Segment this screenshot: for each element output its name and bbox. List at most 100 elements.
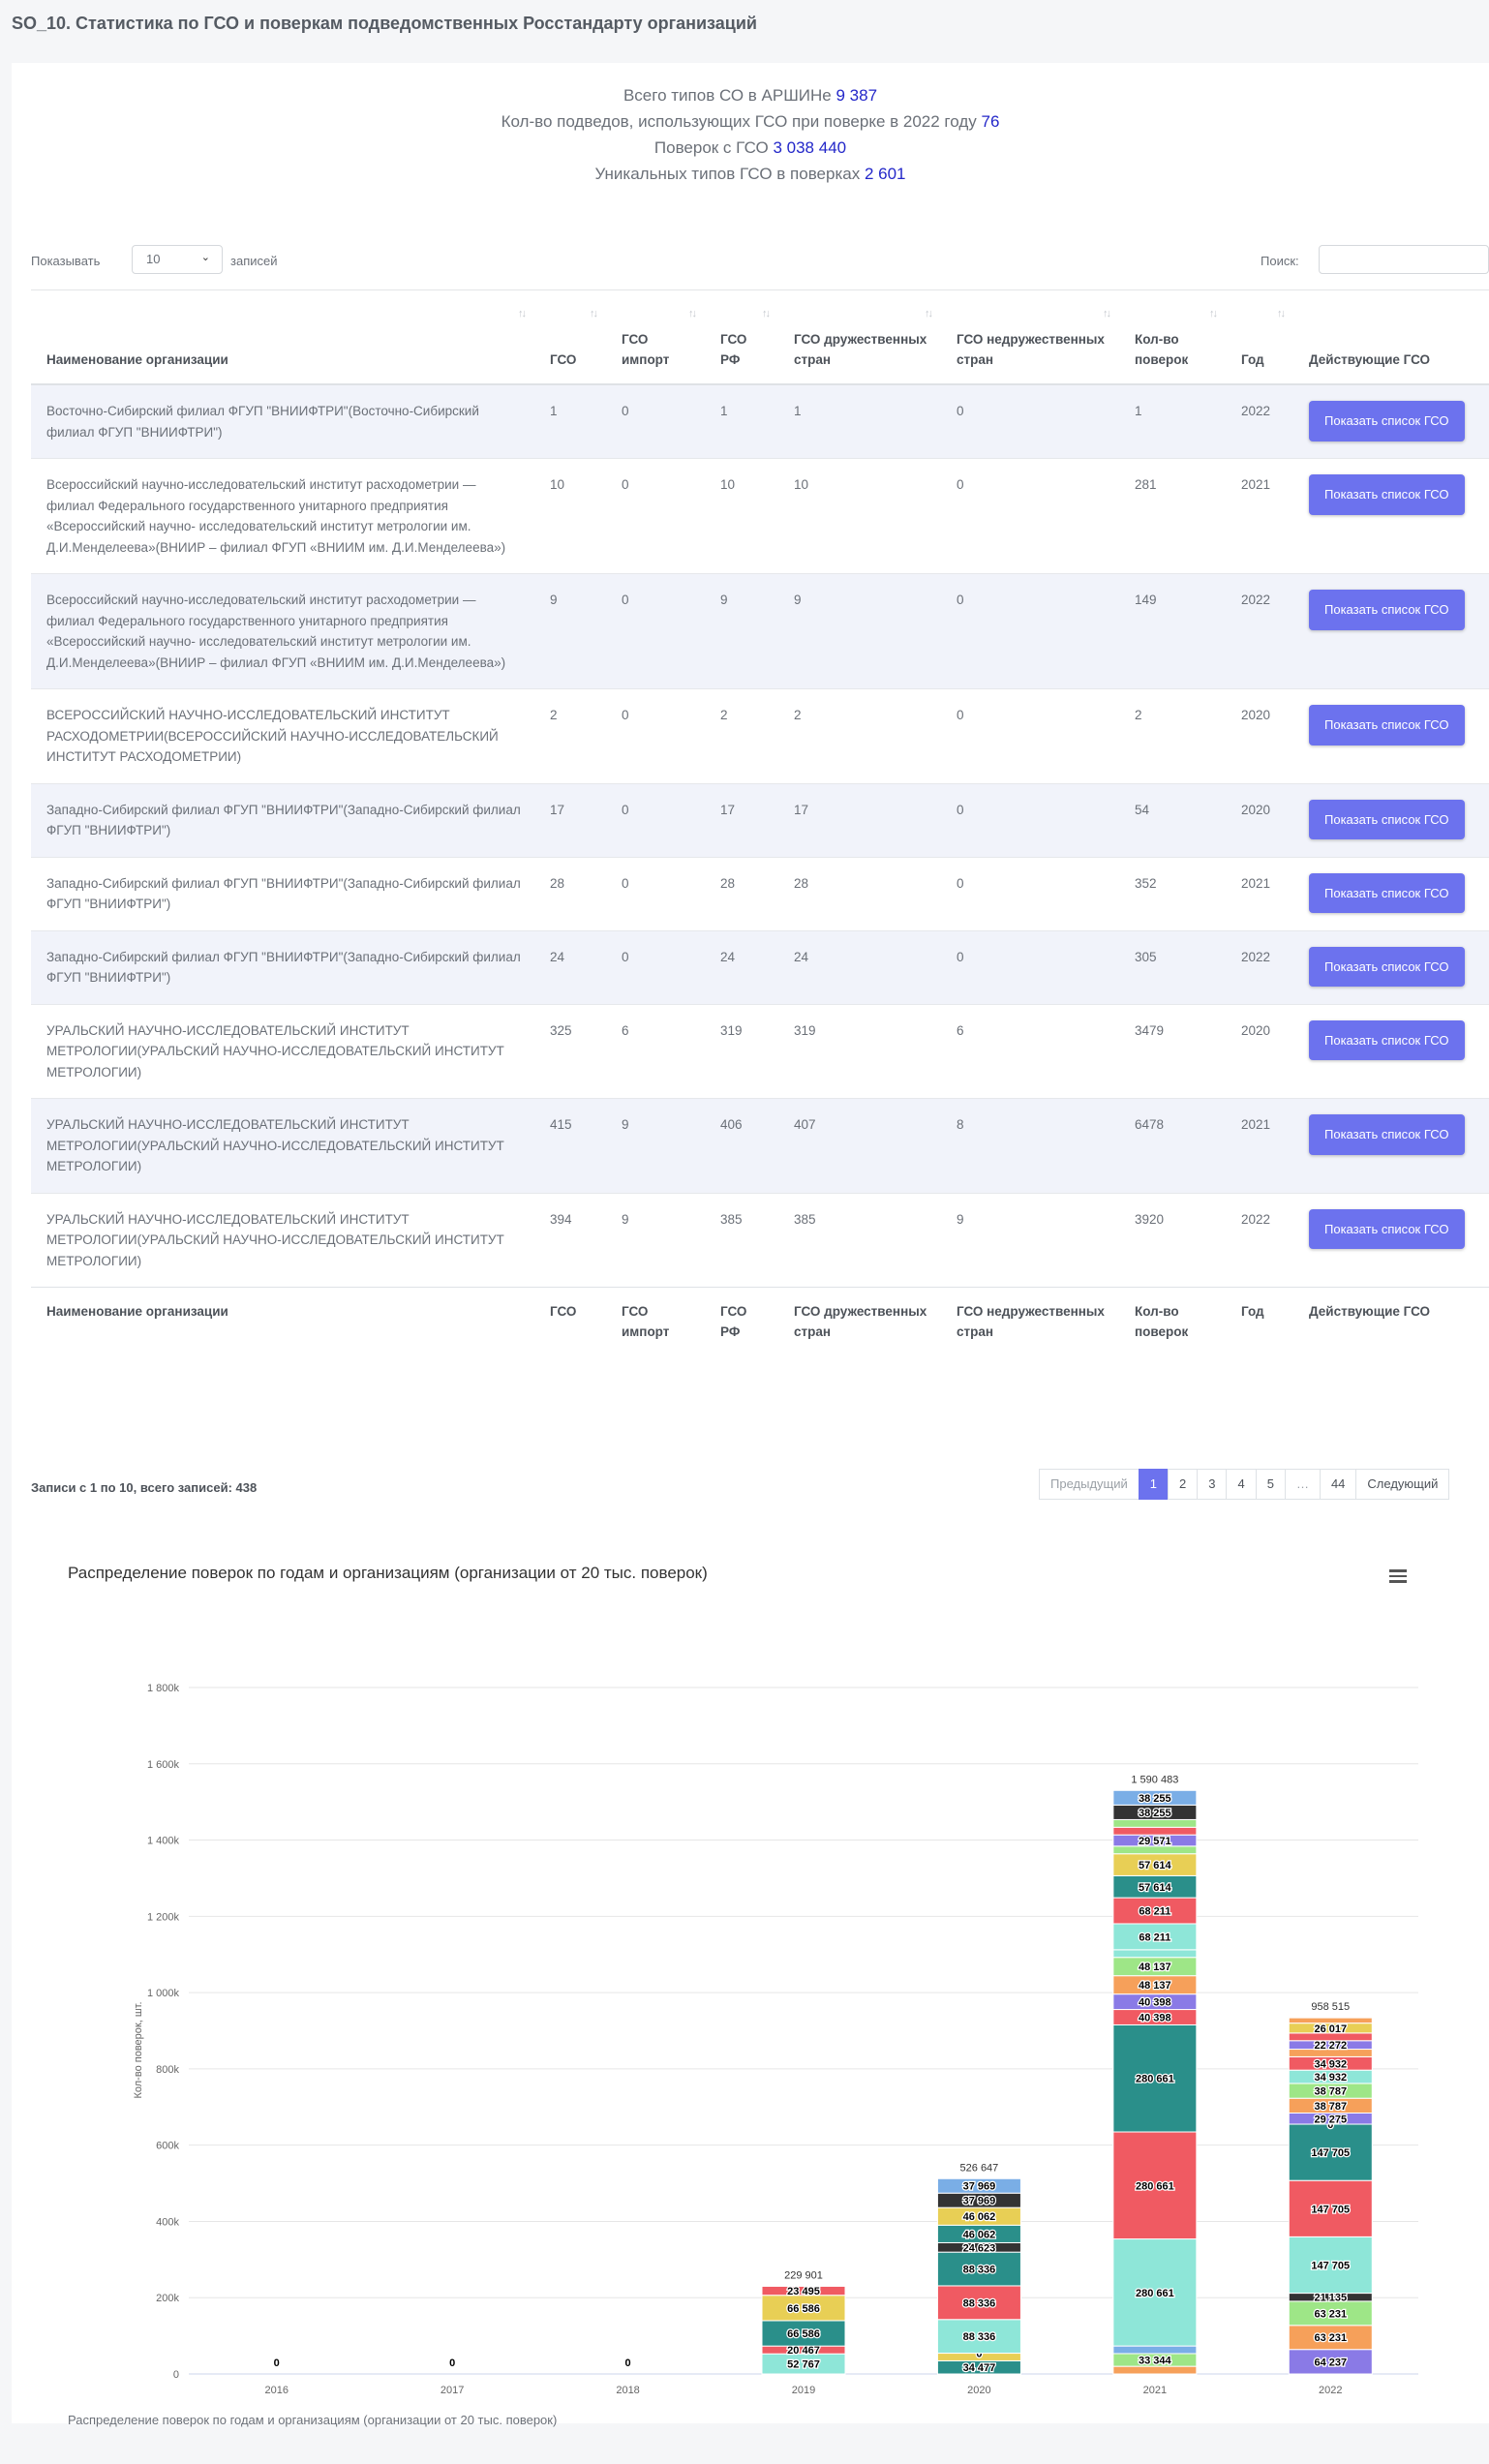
pagination-ellipsis: …	[1284, 1469, 1321, 1500]
data-label: 147 705	[1311, 2260, 1350, 2271]
search-label: Поиск:	[1261, 254, 1299, 268]
footer-header-org: Наименование организации	[31, 1287, 534, 1355]
y-tick-label: 1 200k	[147, 1911, 180, 1923]
show-gso-list-button[interactable]: Показать список ГСО	[1309, 705, 1465, 745]
data-label: 63 231	[1314, 2332, 1347, 2344]
summary-line: Поверок с ГСО 3 038 440	[653, 138, 847, 157]
data-label: 40 398	[1139, 1997, 1171, 2009]
data-label: 280 661	[1136, 2288, 1174, 2299]
footer-header-gso-friendly: ГСО дружественных стран	[778, 1287, 941, 1355]
column-header-gso-rf[interactable]: ГСО РФ ↑↓	[705, 289, 778, 385]
show-gso-list-button[interactable]: Показать список ГСО	[1309, 799, 1465, 839]
show-gso-list-button[interactable]: Показать список ГСО	[1309, 1114, 1465, 1155]
data-label: 48 137	[1139, 1962, 1171, 1973]
pagination-page[interactable]: 3	[1197, 1469, 1228, 1500]
data-label: 48 137	[1139, 1980, 1171, 1992]
table-row: Всероссийский научно-исследовательский и…	[31, 573, 1489, 689]
sort-icon: ↑↓	[1277, 308, 1286, 319]
pagination-page[interactable]: 44	[1319, 1469, 1357, 1500]
data-label: 29 571	[1139, 1836, 1171, 1847]
show-gso-list-button[interactable]: Показать список ГСО	[1309, 946, 1465, 987]
data-label: 280 661	[1136, 2180, 1174, 2192]
total-label: 229 901	[784, 2269, 823, 2281]
show-gso-list-button[interactable]: Показать список ГСО	[1309, 590, 1465, 630]
total-label: 0	[449, 2358, 455, 2369]
pagination: Предыдущий 1 2 3 4 5 … 44 Следующий	[1039, 1469, 1450, 1500]
column-header-active-gso[interactable]: Действующие ГСО	[1293, 289, 1489, 385]
data-label: 280 661	[1136, 2074, 1174, 2085]
show-gso-list-button[interactable]: Показать список ГСО	[1309, 474, 1465, 515]
data-label: 46 062	[963, 2211, 996, 2223]
data-label: 37 969	[963, 2181, 996, 2193]
show-gso-list-button[interactable]: Показать список ГСО	[1309, 1208, 1465, 1249]
pagination-page[interactable]: 4	[1226, 1469, 1257, 1500]
column-header-year[interactable]: Год ↑↓	[1226, 289, 1293, 385]
content-card: Всего типов СО в АРШИНе 9 387 Кол-во под…	[12, 63, 1489, 2427]
pagination-next[interactable]: Следующий	[1355, 1469, 1450, 1500]
column-header-checks[interactable]: Кол-во поверок ↑↓	[1119, 289, 1226, 385]
chart-caption: Распределение поверок по годам и организ…	[68, 2413, 558, 2427]
data-label: 64 237	[1314, 2357, 1347, 2368]
bar-segment	[1112, 1949, 1198, 1959]
pagination-page[interactable]: 1	[1138, 1469, 1169, 1500]
table-row: Западно-Сибирский филиал ФГУП "ВНИИФТРИ"…	[31, 856, 1489, 930]
column-header-gso-import[interactable]: ГСО импорт ↑↓	[606, 289, 705, 385]
bar-segment	[1112, 1826, 1198, 1836]
pagination-previous[interactable]: Предыдущий	[1039, 1469, 1140, 1500]
show-gso-list-button[interactable]: Показать список ГСО	[1309, 1019, 1465, 1060]
data-label: 34 477	[963, 2362, 996, 2374]
data-label: 68 211	[1139, 1906, 1170, 1918]
footer-header-gso-import: ГСО импорт	[606, 1287, 705, 1355]
bar-segment	[1288, 2017, 1373, 2024]
data-label: 33 344	[1139, 2356, 1172, 2367]
data-table: Наименование организации ↑↓ ГСО ↑↓ ГСО имп…	[31, 289, 1489, 1355]
column-header-org[interactable]: Наименование организации ↑↓	[31, 289, 534, 385]
y-tick-label: 800k	[156, 2064, 179, 2076]
x-tick-label: 2022	[1319, 2385, 1342, 2396]
summary-line: Кол-во подведов, использующих ГСО при по…	[501, 112, 1000, 131]
x-tick-label: 2017	[441, 2385, 464, 2396]
x-tick-label: 2021	[1143, 2385, 1167, 2396]
data-label: 34 932	[1314, 2072, 1347, 2084]
data-label: 24 623	[963, 2242, 996, 2254]
y-tick-label: 1 800k	[147, 1683, 180, 1694]
stacked-bar-chart: 0 200k 400k 600k 800k 1 000k 1 200k 1 400k 1 600…	[133, 1683, 1418, 2396]
data-label: 68 211	[1139, 1932, 1170, 1943]
data-label: 63 231	[1314, 2308, 1347, 2320]
records-label: записей	[230, 254, 278, 268]
column-header-gso-unfriendly[interactable]: ГСО недружественных стран ↑↓	[941, 289, 1119, 385]
y-tick-label: 400k	[156, 2216, 179, 2228]
data-label: 23 495	[787, 2286, 820, 2297]
data-label: 29 275	[1314, 2114, 1347, 2125]
column-header-gso-friendly[interactable]: ГСО дружественных стран ↑↓	[778, 289, 941, 385]
footer-header-checks: Кол-во поверок	[1119, 1287, 1226, 1355]
table-row: ВСЕРОССИЙСКИЙ НАУЧНО-ИССЛЕДОВАТЕЛЬСКИЙ И…	[31, 688, 1489, 783]
summary-value: 76	[981, 112, 1000, 131]
data-label: 66 586	[787, 2303, 820, 2315]
data-label: 20 467	[787, 2345, 820, 2357]
y-tick-label: 1 000k	[147, 1988, 180, 1999]
column-header-gso[interactable]: ГСО ↑↓	[534, 289, 606, 385]
show-gso-list-button[interactable]: Показать список ГСО	[1309, 401, 1465, 441]
data-label: 57 614	[1139, 1860, 1172, 1871]
sort-icon: ↑↓	[1103, 308, 1111, 319]
footer-header-gso: ГСО	[534, 1287, 606, 1355]
pagination-page[interactable]: 2	[1168, 1469, 1199, 1500]
data-label: 66 586	[787, 2328, 820, 2340]
y-axis-label: Кол-во поверок, шт.	[133, 2001, 144, 2098]
show-gso-list-button[interactable]: Показать список ГСО	[1309, 872, 1465, 913]
data-label: 38 787	[1314, 2101, 1347, 2113]
data-label: 22 272	[1314, 2040, 1347, 2052]
summary-line: Уникальных типов ГСО в поверках 2 601	[594, 165, 906, 183]
data-label: 147 705	[1311, 2147, 1350, 2159]
total-label: 1 590 483	[1131, 1774, 1178, 1785]
data-label: 88 336	[963, 2331, 996, 2343]
table-row: Западно-Сибирский филиал ФГУП "ВНИИФТРИ"…	[31, 929, 1489, 1004]
page-size-select[interactable]: 10 ⌄	[132, 245, 223, 274]
x-tick-label: 2016	[264, 2385, 288, 2396]
bar-segment	[1112, 2365, 1198, 2375]
search-input[interactable]	[1319, 245, 1489, 274]
data-label: 26 017	[1314, 2023, 1347, 2035]
pagination-page[interactable]: 5	[1255, 1469, 1286, 1500]
data-label: 34 932	[1314, 2058, 1347, 2070]
